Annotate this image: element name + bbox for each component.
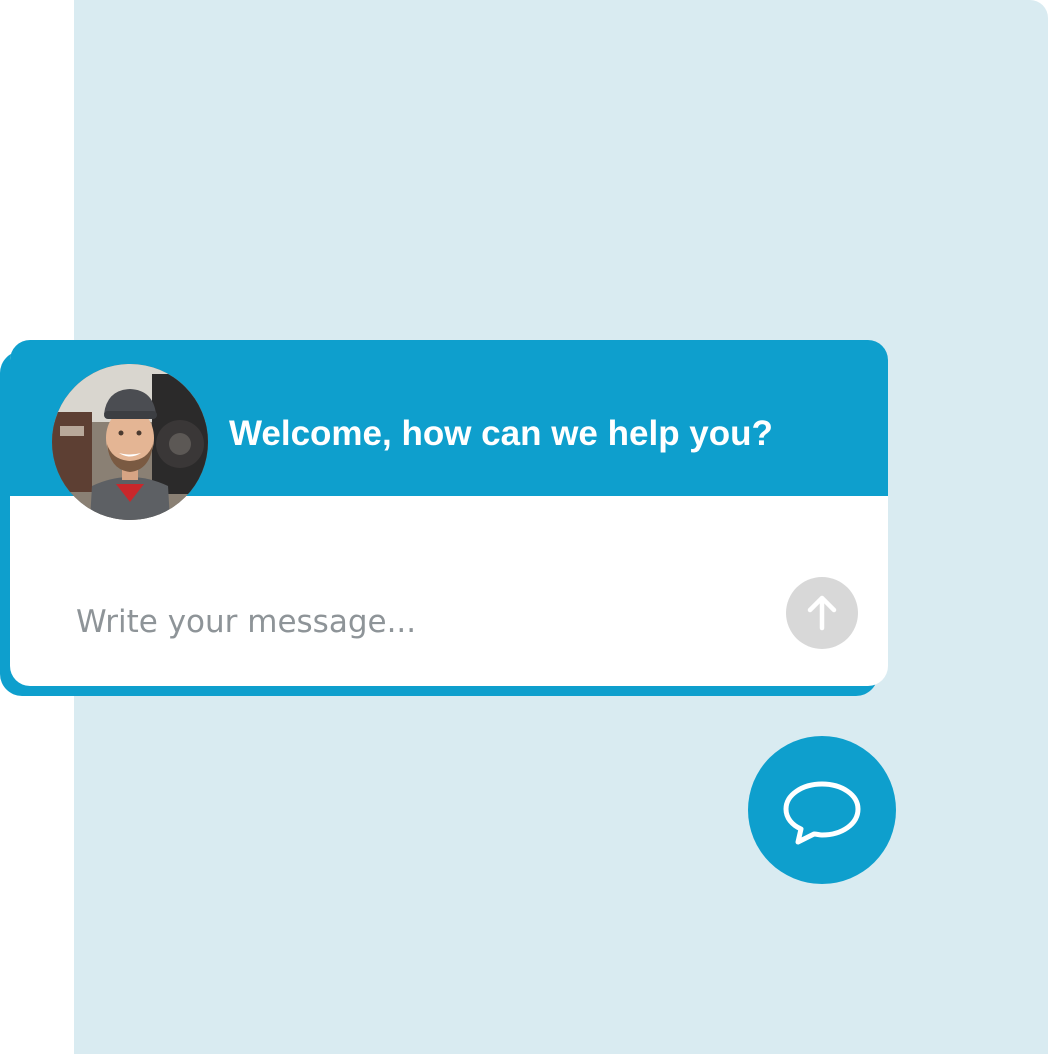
page: Welcome, how can we help you? <box>0 0 1048 1054</box>
chat-launcher-button[interactable] <box>748 736 896 884</box>
chat-title: Welcome, how can we help you? <box>229 414 773 453</box>
agent-avatar <box>52 364 208 520</box>
speech-bubble-icon <box>783 781 861 845</box>
arrow-up-icon <box>807 595 837 631</box>
message-input[interactable] <box>76 592 756 652</box>
send-button[interactable] <box>786 577 858 649</box>
